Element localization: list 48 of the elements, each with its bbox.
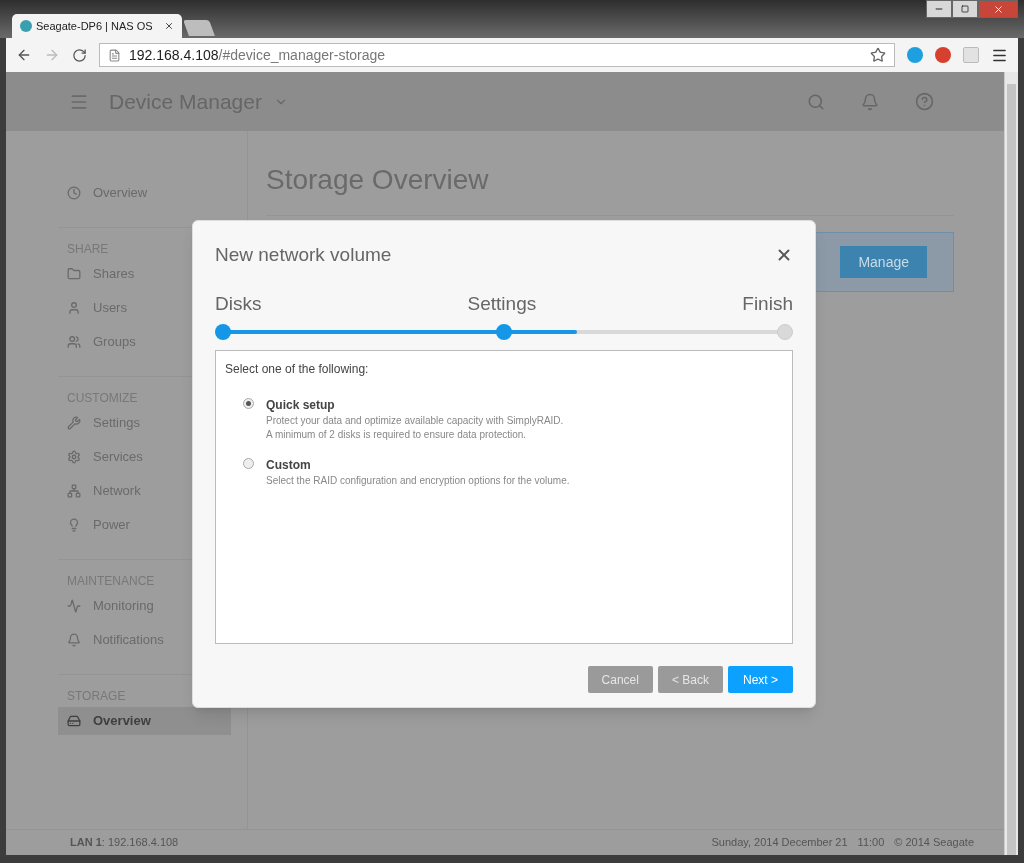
dialog-button[interactable]: < Back [657,666,723,693]
time-text: 11:00 [857,835,885,851]
step-label: Finish [742,291,793,316]
network-icon [67,484,81,498]
reload-icon[interactable] [72,47,87,63]
dialog-button[interactable]: Cancel [587,666,653,693]
gear-icon [67,450,81,464]
date-text: Sunday, 2014 December 21 [711,835,848,851]
extension-icon[interactable] [907,47,923,63]
dialog-title: New network volume [215,243,392,267]
users-icon [67,335,81,349]
dialog-button[interactable]: Next > [728,666,793,693]
copyright-text: © 2014 Seagate [894,835,974,851]
pulse-icon [67,599,81,613]
storage-icon [67,714,81,728]
clock-icon [67,186,81,200]
extension-icon[interactable] [935,47,951,63]
option-description: Select the RAID configuration and encryption options for the volume. [266,474,570,488]
address-bar[interactable]: 192.168.4.108/#device_manager-storage [99,43,895,67]
manage-button[interactable]: Manage [840,246,927,278]
scrollbar[interactable] [1004,72,1018,855]
close-icon[interactable] [164,21,174,31]
lan-address: LAN 1: 192.168.4.108 [70,835,179,851]
prompt-text: Select one of the following: [225,361,370,378]
maximize-button[interactable] [952,0,978,18]
option-description: Protect your data and optimize available capacity with SimplyRAID. [266,414,564,428]
wrench-icon [67,416,81,430]
site-logo-icon [20,20,32,32]
bell-icon [67,633,81,647]
folder-icon [67,267,81,281]
step-label: Settings [467,291,537,316]
minimize-button[interactable] [926,0,952,18]
option-description: A minimum of 2 disks is required to ensure data protection. [266,428,528,442]
option-title: Quick setup [266,397,336,414]
page-icon [108,48,121,62]
radio-button[interactable] [243,458,254,469]
lightbulb-icon [67,518,81,532]
bookmark-star-icon[interactable] [870,47,886,63]
close-icon [992,3,1004,15]
option-title: Custom [266,457,312,474]
new-tab-button[interactable] [183,20,215,36]
browser-tab[interactable]: Seagate-DP6 | NAS OS [12,14,182,38]
user-icon [67,301,81,315]
back-icon[interactable] [16,47,32,63]
sidebar-item[interactable]: Overview [58,707,231,735]
step-label: Disks [215,291,262,316]
maximize-icon [961,5,969,13]
radio-button[interactable] [243,398,254,409]
